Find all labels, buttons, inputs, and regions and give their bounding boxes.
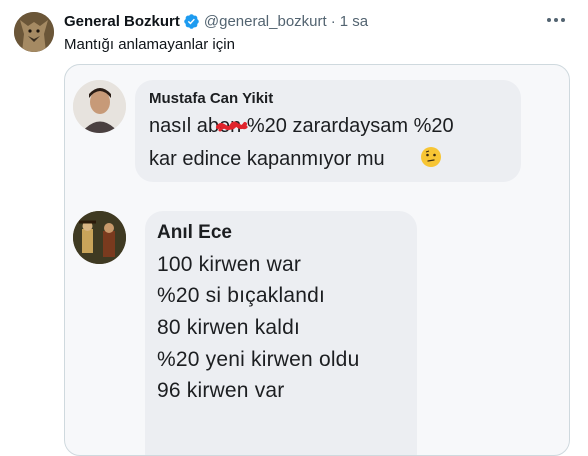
comment-2-line-3: 80 kirwen kaldı bbox=[157, 316, 301, 339]
commenter-name-1: Mustafa Can Yikit bbox=[149, 90, 274, 107]
redaction-scribble bbox=[216, 121, 248, 132]
commenter-avatar-1 bbox=[73, 80, 126, 133]
thinking-face-emoji bbox=[421, 147, 441, 167]
verified-badge-icon bbox=[184, 14, 199, 29]
comment-1-line-2: kar edince kapanmıyor mu bbox=[149, 148, 385, 170]
more-options-icon[interactable] bbox=[544, 10, 568, 30]
comment-2-line-2: %20 si bıçaklandı bbox=[157, 284, 325, 307]
tweet-media-image[interactable]: Mustafa Can Yikit nasıl aben %20 zararda… bbox=[64, 64, 570, 456]
commenter-avatar-2 bbox=[73, 211, 126, 264]
author-name[interactable]: General Bozkurt bbox=[64, 13, 180, 30]
comment-2-line-5: 96 kirwen var bbox=[157, 379, 285, 402]
separator-dot: · bbox=[330, 13, 336, 30]
comment-1-line-1-start: nasıl a bbox=[149, 115, 208, 137]
author-avatar[interactable] bbox=[14, 12, 54, 52]
tweet-time[interactable]: 1 sa bbox=[340, 13, 368, 30]
tweet-text: Mantığı anlamayanlar için bbox=[64, 36, 235, 53]
comment-1-line-1: nasıl aben %20 zarardaysam %20 bbox=[149, 115, 454, 138]
commenter-name-2: Anıl Ece bbox=[157, 222, 232, 243]
author-handle[interactable]: @general_bozkurt bbox=[204, 13, 327, 30]
tweet-header: General Bozkurt @general_bozkurt · 1 sa bbox=[64, 13, 368, 30]
tweet: General Bozkurt @general_bozkurt · 1 sa … bbox=[0, 0, 588, 456]
comment-2-line-4: %20 yeni kirwen oldu bbox=[157, 348, 360, 371]
comment-2-line-1: 100 kirwen war bbox=[157, 253, 302, 276]
